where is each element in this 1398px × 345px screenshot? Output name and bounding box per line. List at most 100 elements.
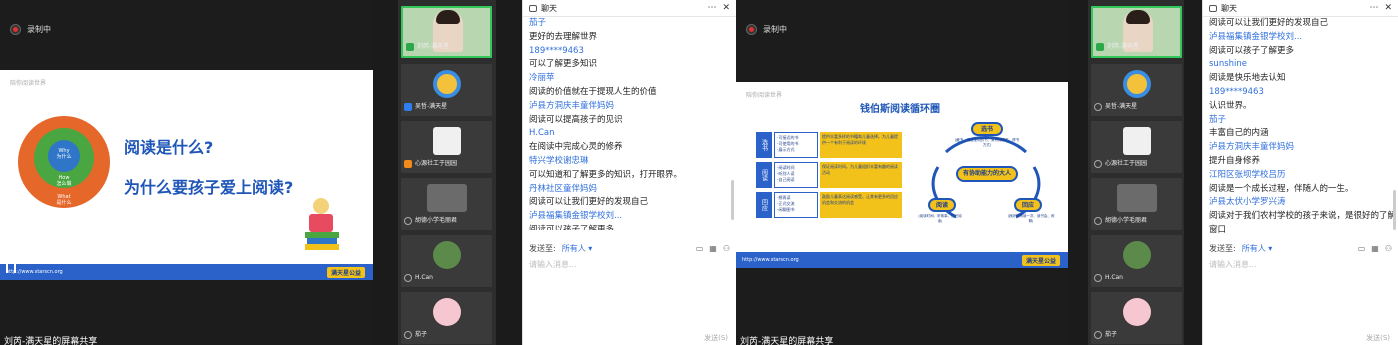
video-tile[interactable]: H.Can	[401, 235, 492, 287]
cycle-diagram: 选书 (藏书、适合主动的书、家有阅读书、得书方式) 有协助能力的大人 阅读 (阅…	[916, 122, 1056, 232]
video-tile[interactable]: 吴哲-满天星	[401, 64, 492, 116]
chat-sender[interactable]: 189****9463	[1209, 86, 1393, 100]
close-icon[interactable]: ✕	[1384, 3, 1392, 13]
mic-icon	[404, 274, 412, 282]
chat-scrollbar[interactable]	[731, 180, 734, 220]
chat-sender[interactable]: 泸县太伏小学罗兴涛	[1209, 196, 1393, 210]
chat-sender[interactable]: 丹林社区童伴妈妈	[529, 183, 731, 197]
chat-sender[interactable]: 泸县方洞庆丰童伴妈妈	[529, 100, 731, 114]
video-tile[interactable]: 吴哲-满天星	[1091, 64, 1182, 116]
file-icon[interactable]: ▭	[1358, 244, 1366, 253]
screenshot-icon[interactable]: ▦	[709, 244, 717, 253]
mic-icon	[1094, 331, 1102, 339]
share-stage: 录制中 陪你阅读世界 钱伯斯阅读循环圈 选书 -可接近的书 -可使用的书 -展示方…	[736, 0, 1068, 345]
slide-list-icon[interactable]	[6, 263, 16, 273]
share-label: 刘芮-满天星的屏幕共享	[4, 337, 98, 345]
slide-footer: http://www.starscn.org 满天星公益	[0, 264, 373, 280]
avatar	[1122, 127, 1151, 155]
chat-message: 阅读是快乐地去认知	[1209, 73, 1286, 84]
chat-input[interactable]: 请输入消息...	[529, 259, 577, 270]
cycle-node-read: 阅读	[928, 198, 956, 212]
chat-message: 认识世界。	[1209, 100, 1252, 111]
chat-message: 可以了解更多知识	[529, 59, 598, 70]
reading-table-row: 回应 -想再读 -正式交流 -闲聊图书 鼓励儿童表达阅读感受。让其有更多的回应机会和…	[756, 192, 902, 218]
avatar	[432, 241, 461, 269]
chat-sender[interactable]: 茄子	[1209, 114, 1393, 128]
chat-icon	[1209, 4, 1217, 12]
chat-header: 聊天 ⋯ ✕	[1203, 0, 1398, 17]
recipient-select[interactable]: 所有人 ▾	[1242, 243, 1273, 254]
avatar	[432, 127, 461, 155]
send-to-row: 发送至: 所有人 ▾ ▭ ▦ ⚇	[529, 243, 730, 254]
chat-sender[interactable]: H.Can	[529, 127, 731, 141]
mic-icon	[1096, 43, 1104, 51]
share-label: 刘芮-满天星的屏幕共享	[740, 337, 834, 345]
video-tile[interactable]: 心源社工于园园	[1091, 121, 1182, 173]
slide-logo: 满天星公益	[1021, 254, 1060, 266]
video-tile[interactable]: H.Can	[1091, 235, 1182, 287]
record-icon	[746, 24, 757, 35]
chat-sender[interactable]: 冷丽苹	[529, 72, 731, 86]
ring-what-label: What 是什么	[56, 194, 72, 206]
slide-url: http://www.starscn.org	[742, 257, 799, 263]
video-tile[interactable]: 胡德小学毛丽君	[1091, 178, 1182, 230]
slide-question-2: 为什么要孩子爱上阅读?	[124, 178, 294, 197]
video-tile[interactable]: 茄子	[1091, 292, 1182, 344]
ring-how-label: How 怎么做	[56, 175, 72, 187]
chat-sender[interactable]: 茄子	[529, 17, 731, 31]
shared-slide: 陪你阅读世界 钱伯斯阅读循环圈 选书 -可接近的书 -可使用的书 -展示方式 提供丰…	[736, 82, 1068, 268]
chat-sender[interactable]: 特兴学校谢忠琳	[529, 155, 731, 169]
user-icon[interactable]: ⚇	[723, 244, 730, 253]
child-reading-illustration	[305, 198, 341, 252]
video-tile[interactable]: 心源社工于园园	[401, 121, 492, 173]
screenshot-icon[interactable]: ▦	[1371, 244, 1379, 253]
recording-indicator[interactable]: 录制中	[10, 24, 51, 35]
chat-message: 丰富自己的内涵	[1209, 128, 1269, 139]
recording-indicator[interactable]: 录制中	[746, 24, 787, 35]
chat-header: 聊天 ⋯ ✕	[523, 0, 736, 17]
chat-sender[interactable]: sunshine	[1209, 58, 1393, 72]
user-icon[interactable]: ⚇	[1385, 244, 1392, 253]
chat-message: 阅读的价值就在于提现人生的价值	[529, 86, 657, 97]
video-tile[interactable]: 茄子	[401, 292, 492, 344]
video-tile[interactable]: 刘芮-满天星	[1091, 6, 1182, 58]
more-icon[interactable]: ⋯	[707, 3, 716, 13]
chat-input[interactable]: 请输入消息...	[1209, 259, 1257, 270]
chat-message: 阅读可以让我们更好的发现自己	[1209, 18, 1329, 28]
close-icon[interactable]: ✕	[722, 3, 730, 13]
slide-header: 陪你阅读世界	[10, 80, 47, 87]
mic-icon	[404, 217, 412, 225]
chat-sender[interactable]: 泸县福集镇金银学校刘...	[529, 210, 731, 224]
row-label: 阅读	[756, 162, 772, 188]
recipient-select[interactable]: 所有人 ▾	[562, 243, 593, 254]
chat-sender[interactable]: 泸县福集镇金银学校刘...	[1209, 31, 1393, 45]
send-button[interactable]: 发送(S)	[704, 333, 728, 343]
file-icon[interactable]: ▭	[696, 244, 704, 253]
slide-header: 陪你阅读世界	[746, 92, 783, 99]
chat-message: 窗口	[1209, 224, 1227, 233]
cycle-node-select: 选书	[971, 122, 1003, 136]
cycle-node-respond-sub: (我好想再读一次、读书会、闲聊)	[1007, 214, 1055, 223]
mic-icon	[1094, 160, 1102, 168]
chat-message: 更好的去理解世界	[529, 31, 598, 42]
chat-message: 阅读是一个成长过程，伴随人的一生。	[1209, 183, 1354, 194]
video-tile[interactable]: 胡德小学毛丽君	[401, 178, 492, 230]
avatar	[432, 70, 461, 98]
chat-sender[interactable]: 江阳区张坝学校吕历	[1209, 169, 1393, 183]
chat-message: 可以知道和了解更多的知识，打开眼界。	[529, 169, 683, 180]
chat-message: 提升自身修养	[1209, 155, 1261, 166]
avatar	[1122, 298, 1151, 326]
mic-icon	[404, 160, 412, 168]
chat-message: 阅读对于我们农村学校的孩子来说，是很好的了解世界的	[1209, 211, 1393, 222]
send-button[interactable]: 发送(S)	[1366, 333, 1390, 343]
chat-scrollbar[interactable]	[1393, 190, 1396, 230]
more-icon[interactable]: ⋯	[1369, 3, 1378, 13]
cycle-node-read-sub: (阅读时间、听故事、自己阅读)	[918, 214, 962, 223]
slide-title: 钱伯斯阅读循环圈	[860, 104, 940, 115]
chat-messages: 阅读可以让我们更好的发现自己 泸县福集镇金银学校刘... 阅读可以孩子了解更多 sun…	[1203, 17, 1398, 233]
chat-sender[interactable]: 泸县方洞庆丰童伴妈妈	[1209, 141, 1393, 155]
video-tile[interactable]: 刘芮-满天星	[401, 6, 492, 58]
chat-sender[interactable]: 189****9463	[529, 45, 731, 59]
chat-panel: 聊天 ⋯ ✕ 茄子 更好的去理解世界 189****9463 可以了解更多知识 冷丽苹 阅读…	[522, 0, 736, 345]
cycle-node-select-sub: (藏书、适合主动的书、家有阅读书、得书方式)	[954, 138, 1020, 147]
